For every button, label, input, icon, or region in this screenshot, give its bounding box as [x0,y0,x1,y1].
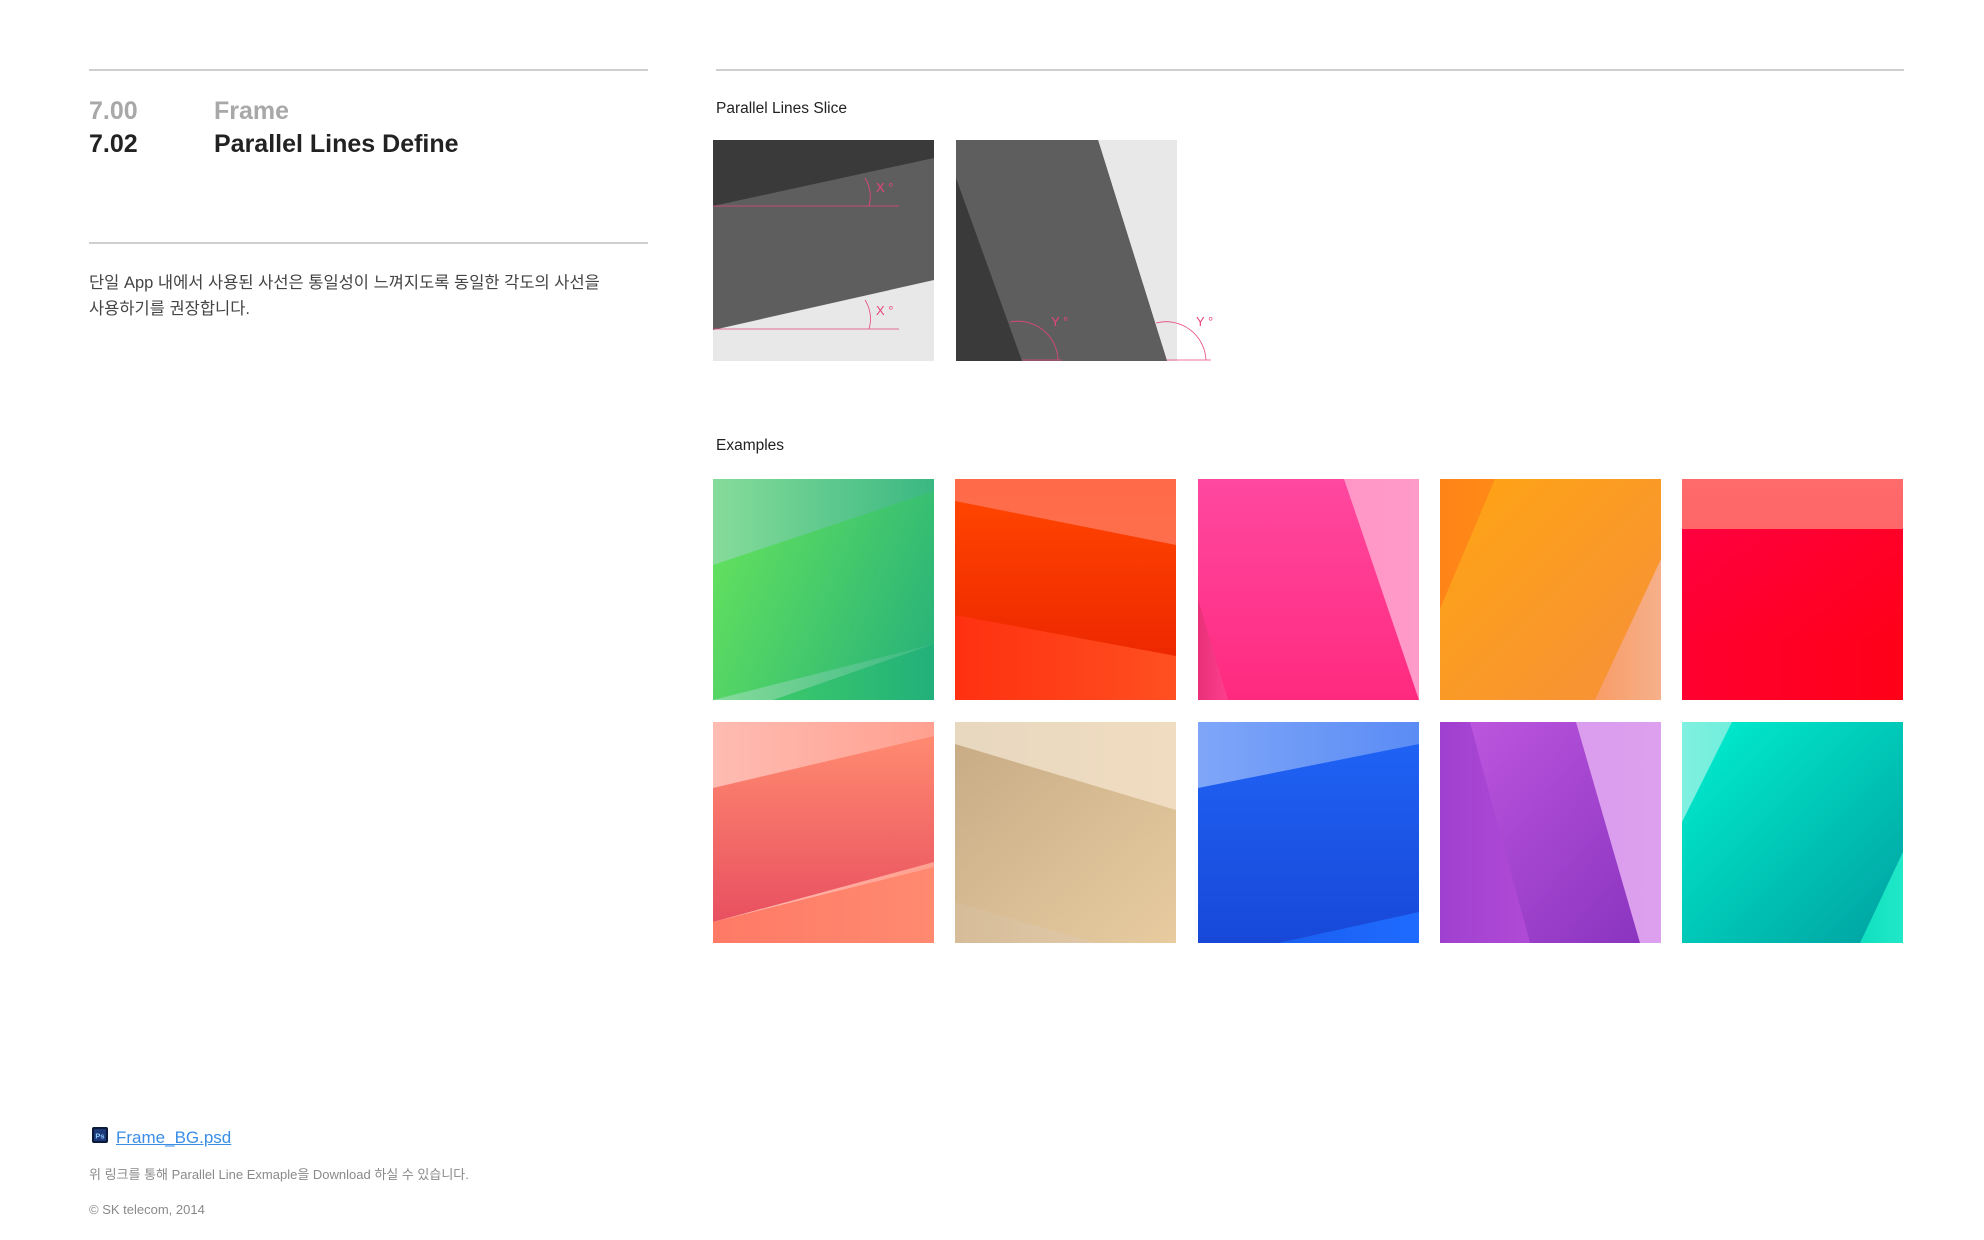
example-tile-pink [1198,479,1419,700]
left-top-rule [89,69,648,71]
slice-section-label: Parallel Lines Slice [716,100,847,117]
example-tile-beige [955,722,1176,943]
example-tile-orange-red [955,479,1176,700]
example-tile-salmon [713,722,934,943]
description-line-2: 사용하기를 권장합니다. [89,300,250,318]
svg-text:Ps: Ps [95,1132,104,1141]
page-title: Parallel Lines Define [214,130,459,158]
angle-y-label-right: Y ° [1196,314,1213,329]
example-tile-teal [1682,722,1903,943]
description-line-1: 단일 App 내에서 사용된 사선은 통일성이 느껴지도록 동일한 각도의 사선… [89,274,600,292]
parent-section-title: Frame [214,97,290,125]
description: 단일 App 내에서 사용된 사선은 통일성이 느껴지도록 동일한 각도의 사선… [89,270,629,322]
slice-diagram-x: X ° X ° [713,140,934,361]
photoshop-file-icon: Ps [91,1126,109,1144]
left-mid-rule [89,242,648,244]
copyright: © SK telecom, 2014 [89,1202,205,1217]
angle-y-label-left: Y ° [1051,314,1068,329]
examples-section-label: Examples [716,437,785,454]
angle-x-label-bottom: X ° [876,303,893,318]
right-top-rule [716,69,1904,71]
example-tile-purple [1440,722,1661,943]
slice-diagram-y: Y ° Y ° [956,140,1216,361]
psd-download-link[interactable]: Frame_BG.psd [116,1128,231,1148]
example-tile-blue [1198,722,1419,943]
download-note: 위 링크를 통해 Parallel Line Exmaple을 Download… [89,1167,469,1182]
angle-x-label-top: X ° [876,180,893,195]
example-tile-orange [1440,479,1661,700]
parent-section-number: 7.00 [89,97,138,125]
section-number: 7.02 [89,130,138,158]
example-tile-red [1682,479,1903,700]
example-tile-green [713,479,934,700]
